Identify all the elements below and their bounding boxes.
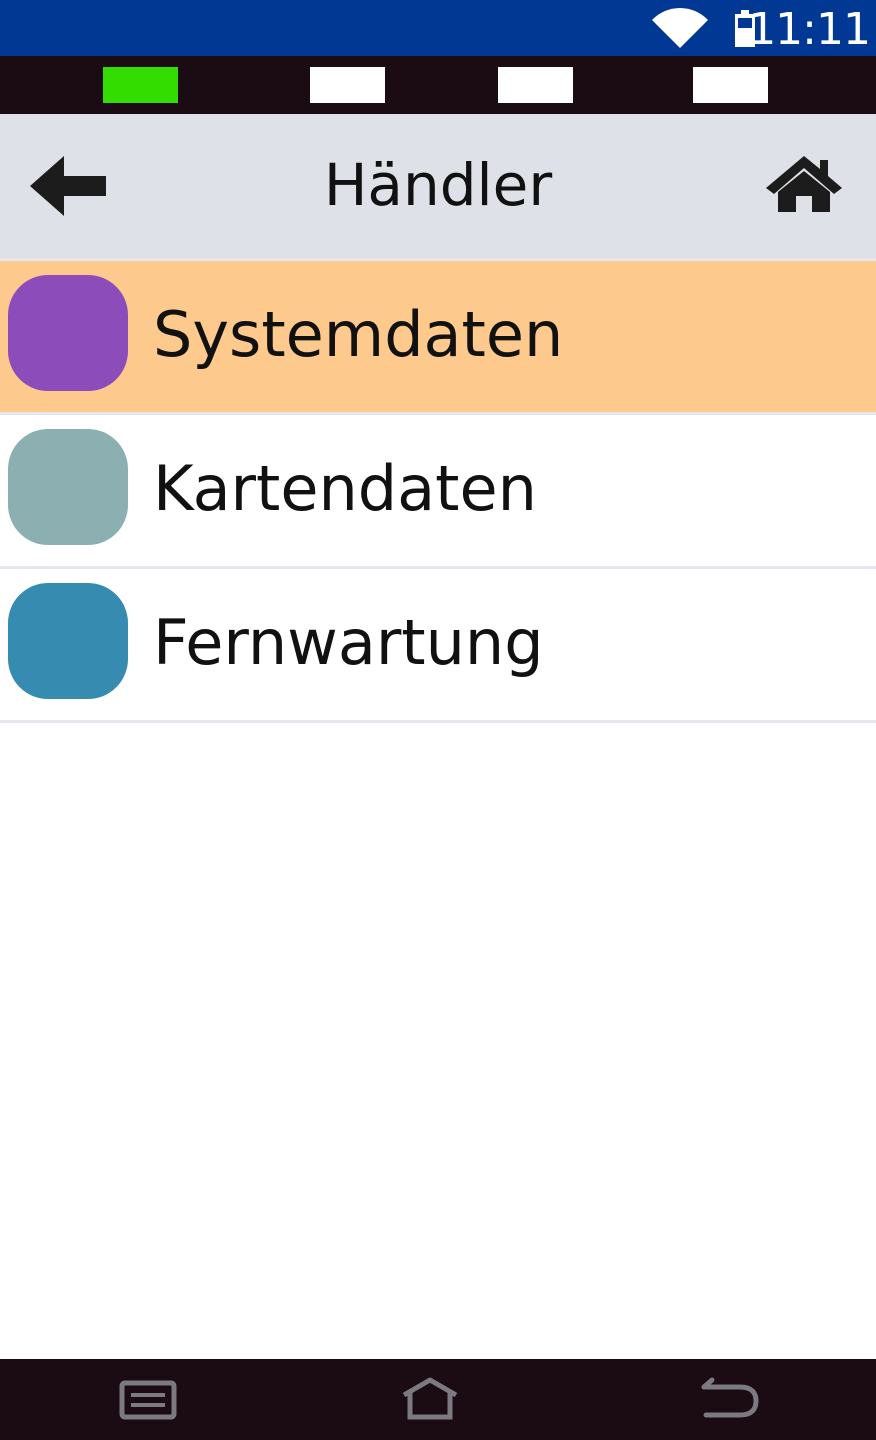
app-header: Händler xyxy=(0,114,876,258)
menu-item-label: Systemdaten xyxy=(153,298,564,371)
indicator-2 xyxy=(310,67,385,103)
menu-item-fernwartung[interactable]: Fernwartung xyxy=(0,566,876,723)
home-icon[interactable] xyxy=(764,154,844,214)
menu-item-kartendaten[interactable]: Kartendaten xyxy=(0,412,876,566)
indicator-1 xyxy=(103,67,178,103)
menu-item-label: Kartendaten xyxy=(153,452,537,525)
indicator-3 xyxy=(498,67,573,103)
status-bar: 11:11 xyxy=(0,0,876,56)
menu-item-systemdaten[interactable]: Systemdaten xyxy=(0,258,876,412)
menu-item-label: Fernwartung xyxy=(153,606,544,679)
kartendaten-swatch-icon xyxy=(8,429,128,545)
indicator-4 xyxy=(693,67,768,103)
navigation-bar xyxy=(0,1359,876,1440)
systemdaten-swatch-icon xyxy=(8,275,128,391)
indicator-bar xyxy=(0,56,876,114)
back-icon[interactable] xyxy=(700,1377,760,1421)
screen: 11:11 Händler Systemdaten Kartendaten Fe… xyxy=(0,0,876,1440)
status-clock: 11:11 xyxy=(748,4,871,55)
fernwartung-swatch-icon xyxy=(8,583,128,699)
menu-list: Systemdaten Kartendaten Fernwartung xyxy=(0,258,876,723)
page-title: Händler xyxy=(323,151,553,219)
wifi-icon xyxy=(652,8,708,48)
home-outline-icon[interactable] xyxy=(400,1377,460,1421)
recent-apps-icon[interactable] xyxy=(118,1377,178,1421)
